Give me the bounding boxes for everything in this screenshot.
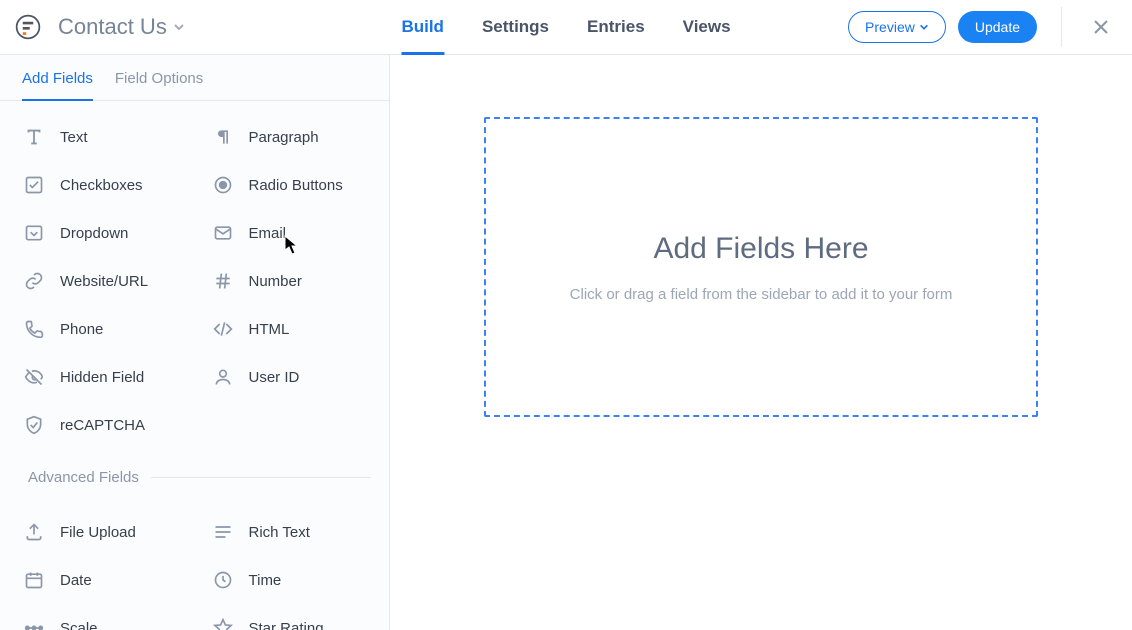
sidebar-tab-add-fields[interactable]: Add Fields <box>22 55 93 100</box>
field-number[interactable]: Number <box>195 259 384 303</box>
dropdown-icon <box>22 221 46 245</box>
update-button[interactable]: Update <box>958 11 1037 43</box>
field-label: Time <box>249 572 282 589</box>
field-userid[interactable]: User ID <box>195 355 384 399</box>
calendar-icon <box>22 568 46 592</box>
text-icon <box>22 125 46 149</box>
field-label: HTML <box>249 321 290 338</box>
paragraph-icon <box>211 125 235 149</box>
tab-entries[interactable]: Entries <box>587 0 645 54</box>
form-title-dropdown[interactable]: Contact Us <box>58 14 185 40</box>
field-dropdown[interactable]: Dropdown <box>6 211 195 255</box>
app-topbar: Contact Us Build Settings Entries Views … <box>0 0 1132 55</box>
chevron-down-icon <box>173 21 185 33</box>
tab-views[interactable]: Views <box>683 0 731 54</box>
field-url[interactable]: Website/URL <box>6 259 195 303</box>
radio-icon <box>211 173 235 197</box>
field-paragraph[interactable]: Paragraph <box>195 115 384 159</box>
field-text[interactable]: Text <box>6 115 195 159</box>
field-label: Checkboxes <box>60 177 143 194</box>
sidebar-tabs: Add Fields Field Options <box>0 55 389 101</box>
preview-button[interactable]: Preview <box>848 11 946 43</box>
sidebar-tab-field-options[interactable]: Field Options <box>115 55 203 100</box>
user-icon <box>211 365 235 389</box>
app-logo-icon <box>14 13 42 41</box>
field-label: Phone <box>60 321 103 338</box>
field-radio[interactable]: Radio Buttons <box>195 163 384 207</box>
tab-settings[interactable]: Settings <box>482 0 549 54</box>
fields-sidebar: Add Fields Field Options Text Paragraph Ch… <box>0 55 390 630</box>
drop-hint: Click or drag a field from the sidebar t… <box>570 286 953 303</box>
checkbox-icon <box>22 173 46 197</box>
shield-icon <box>22 413 46 437</box>
field-date[interactable]: Date <box>6 558 195 602</box>
advanced-fields-grid: File Upload Rich Text Date Time Scale Star Ra… <box>0 496 389 630</box>
field-phone[interactable]: Phone <box>6 307 195 351</box>
star-icon <box>211 616 235 630</box>
main-tabs: Build Settings Entries Views <box>401 0 730 54</box>
upload-icon <box>22 520 46 544</box>
field-time[interactable]: Time <box>195 558 384 602</box>
field-recaptcha[interactable]: reCAPTCHA <box>6 403 195 447</box>
top-actions: Preview Update <box>848 7 1114 47</box>
link-icon <box>22 269 46 293</box>
form-title-text: Contact Us <box>58 14 167 40</box>
chevron-down-icon <box>919 22 929 32</box>
field-label: Rich Text <box>249 524 310 541</box>
close-button[interactable] <box>1088 14 1114 40</box>
hidden-icon <box>22 365 46 389</box>
basic-fields-grid: Text Paragraph Checkboxes Radio Buttons Drop… <box>0 101 389 451</box>
field-label: Text <box>60 129 88 146</box>
field-label: Website/URL <box>60 273 148 290</box>
field-label: Paragraph <box>249 129 319 146</box>
field-email[interactable]: Email <box>195 211 384 255</box>
clock-icon <box>211 568 235 592</box>
drop-zone[interactable]: Add Fields Here Click or drag a field fr… <box>484 117 1038 417</box>
scale-icon <box>22 616 46 630</box>
field-label: Star Rating <box>249 620 324 630</box>
field-label: Hidden Field <box>60 369 144 386</box>
field-label: Email <box>249 225 287 242</box>
field-scale[interactable]: Scale <box>6 606 195 630</box>
field-label: User ID <box>249 369 300 386</box>
field-richtext[interactable]: Rich Text <box>195 510 384 554</box>
phone-icon <box>22 317 46 341</box>
form-canvas: Add Fields Here Click or drag a field fr… <box>390 55 1132 630</box>
app-body: Add Fields Field Options Text Paragraph Ch… <box>0 55 1132 630</box>
drop-heading: Add Fields Here <box>653 232 868 266</box>
field-label: Number <box>249 273 302 290</box>
tab-build[interactable]: Build <box>401 0 444 54</box>
field-label: Dropdown <box>60 225 128 242</box>
richtext-icon <box>211 520 235 544</box>
field-label: File Upload <box>60 524 136 541</box>
code-icon <box>211 317 235 341</box>
field-checkboxes[interactable]: Checkboxes <box>6 163 195 207</box>
field-star[interactable]: Star Rating <box>195 606 384 630</box>
field-hidden[interactable]: Hidden Field <box>6 355 195 399</box>
email-icon <box>211 221 235 245</box>
field-label: Radio Buttons <box>249 177 343 194</box>
hash-icon <box>211 269 235 293</box>
field-label: Date <box>60 572 92 589</box>
advanced-section-heading: Advanced Fields <box>0 451 389 496</box>
field-label: Scale <box>60 620 98 630</box>
field-html[interactable]: HTML <box>195 307 384 351</box>
field-label: reCAPTCHA <box>60 417 145 434</box>
field-fileupload[interactable]: File Upload <box>6 510 195 554</box>
divider <box>1061 7 1062 47</box>
